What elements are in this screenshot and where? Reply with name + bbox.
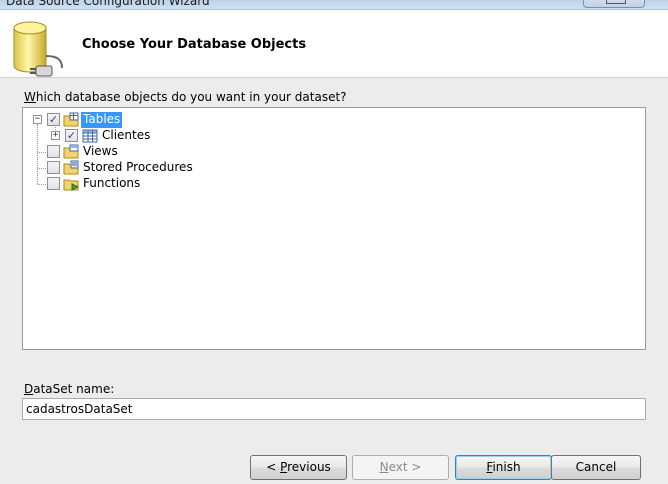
views-checkbox[interactable]	[47, 145, 60, 158]
table-grid-icon	[82, 129, 98, 143]
question-mnemonic: W	[24, 90, 36, 104]
question-text: hich database objects do you want in you…	[35, 90, 347, 104]
previous-prefix: <	[266, 460, 281, 474]
dataset-name-label: DataSet name:	[24, 382, 114, 396]
next-button[interactable]: Next >	[352, 455, 449, 480]
functions-checkbox[interactable]	[47, 177, 60, 190]
tree-node-functions[interactable]: Functions	[23, 176, 163, 192]
stored-procedures-folder-icon	[63, 160, 79, 175]
tree-node-views[interactable]: Views	[23, 144, 143, 160]
title-bar: Data Source Configuration Wizard	[0, 0, 668, 10]
page-title: Choose Your Database Objects	[82, 37, 307, 52]
objects-question-label: Which database objects do you want in yo…	[24, 90, 347, 104]
next-mnemonic: N	[379, 460, 389, 474]
collapse-tables-toggle[interactable]: −	[33, 115, 42, 124]
database-objects-tree[interactable]: − ✓ Tables + ✓ Clientes Views Stored Pro…	[22, 107, 646, 350]
finish-rest: inish	[492, 460, 521, 474]
stored-procedures-label[interactable]: Stored Procedures	[81, 160, 195, 176]
database-plug-icon	[13, 21, 63, 77]
wizard-header: Choose Your Database Objects	[0, 10, 668, 78]
clientes-label[interactable]: Clientes	[100, 128, 152, 144]
tables-checkbox[interactable]: ✓	[47, 113, 60, 126]
functions-label[interactable]: Functions	[81, 176, 142, 192]
next-rest: ext >	[388, 460, 422, 474]
dataset-label-mnemonic: D	[24, 382, 34, 396]
previous-rest: revious	[287, 460, 331, 474]
views-folder-icon	[63, 144, 79, 159]
functions-folder-icon	[63, 179, 79, 191]
close-button[interactable]	[583, 0, 645, 8]
window-title: Data Source Configuration Wizard	[6, 0, 210, 8]
clientes-checkbox[interactable]: ✓	[65, 129, 78, 142]
tree-node-clientes[interactable]: + ✓ Clientes	[23, 128, 163, 144]
expand-clientes-toggle[interactable]: +	[51, 131, 60, 140]
stored-procedures-checkbox[interactable]	[47, 161, 60, 174]
dataset-name-input[interactable]	[22, 398, 646, 420]
tables-label[interactable]: Tables	[81, 112, 123, 128]
previous-button[interactable]: < Previous	[250, 455, 347, 480]
tables-folder-icon	[63, 112, 79, 127]
tree-node-stored-procedures[interactable]: Stored Procedures	[23, 160, 203, 176]
tree-node-tables[interactable]: − ✓ Tables	[23, 112, 143, 128]
views-label[interactable]: Views	[81, 144, 120, 160]
cancel-button[interactable]: Cancel	[551, 455, 641, 480]
finish-button[interactable]: Finish	[455, 455, 552, 480]
dataset-label-text: ataSet name:	[33, 382, 115, 396]
